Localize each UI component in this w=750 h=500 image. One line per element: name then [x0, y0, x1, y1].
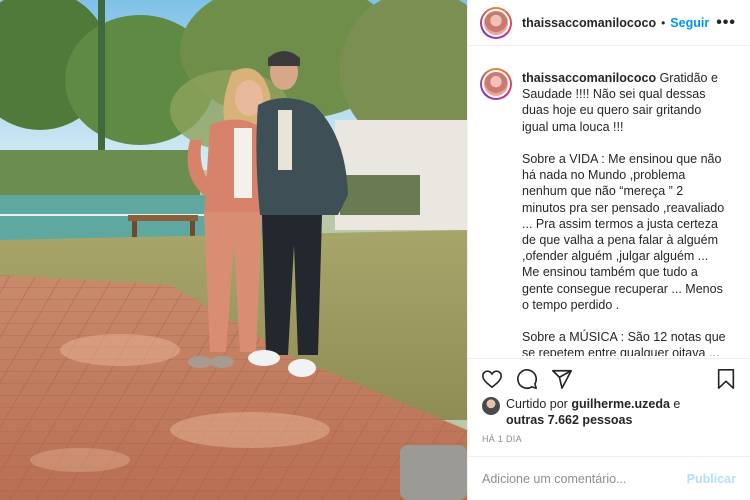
photo-scene	[0, 0, 467, 500]
caption-avatar[interactable]	[480, 68, 512, 100]
caption-username[interactable]: thaissaccomanilococo	[522, 71, 656, 85]
author-avatar[interactable]	[480, 6, 512, 39]
likes-text: Curtido por guilherme.uzeda e outras 7.6…	[506, 396, 680, 428]
share-button[interactable]	[550, 367, 574, 391]
post-header: thaissaccomanilococo • Seguir •••	[468, 0, 750, 46]
action-bar	[468, 358, 750, 398]
save-button[interactable]	[714, 367, 738, 391]
comment-box: Publicar	[468, 456, 750, 500]
caption-text: thaissaccomanilococo Gratidão e Saudade …	[522, 70, 727, 356]
comment-input[interactable]	[482, 471, 687, 486]
caption: thaissaccomanilococo Gratidão e Saudade …	[480, 56, 740, 356]
share-icon	[552, 369, 572, 389]
caption-paragraph-2: Sobre a VIDA : Me ensinou que não há nad…	[522, 152, 725, 312]
publish-button[interactable]: Publicar	[687, 472, 736, 486]
likes-mid: e	[669, 397, 681, 411]
liker-username[interactable]: guilherme.uzeda	[571, 397, 670, 411]
comment-button[interactable]	[515, 367, 539, 391]
heart-icon	[482, 369, 502, 388]
caption-paragraph-3: Sobre a MÚSICA : São 12 notas que se rep…	[522, 330, 726, 356]
likes-others-link[interactable]: outras 7.662 pessoas	[506, 413, 632, 427]
follow-button[interactable]: Seguir	[670, 16, 709, 30]
comment-icon	[517, 368, 538, 389]
likes-prefix: Curtido por	[506, 397, 572, 411]
author-username[interactable]: thaissaccomanilococo	[522, 16, 656, 30]
bookmark-icon	[717, 368, 735, 389]
like-button[interactable]	[480, 367, 504, 391]
more-options-icon[interactable]: •••	[716, 14, 736, 32]
post-side-panel: thaissaccomanilococo • Seguir ••• thaiss…	[467, 0, 750, 500]
likes-summary: Curtido por guilherme.uzeda e outras 7.6…	[482, 396, 738, 428]
separator-dot: •	[661, 15, 666, 30]
post-photo[interactable]	[0, 0, 467, 500]
post-timestamp[interactable]: HÁ 1 DIA	[482, 434, 522, 444]
liker-avatar[interactable]	[482, 397, 500, 415]
